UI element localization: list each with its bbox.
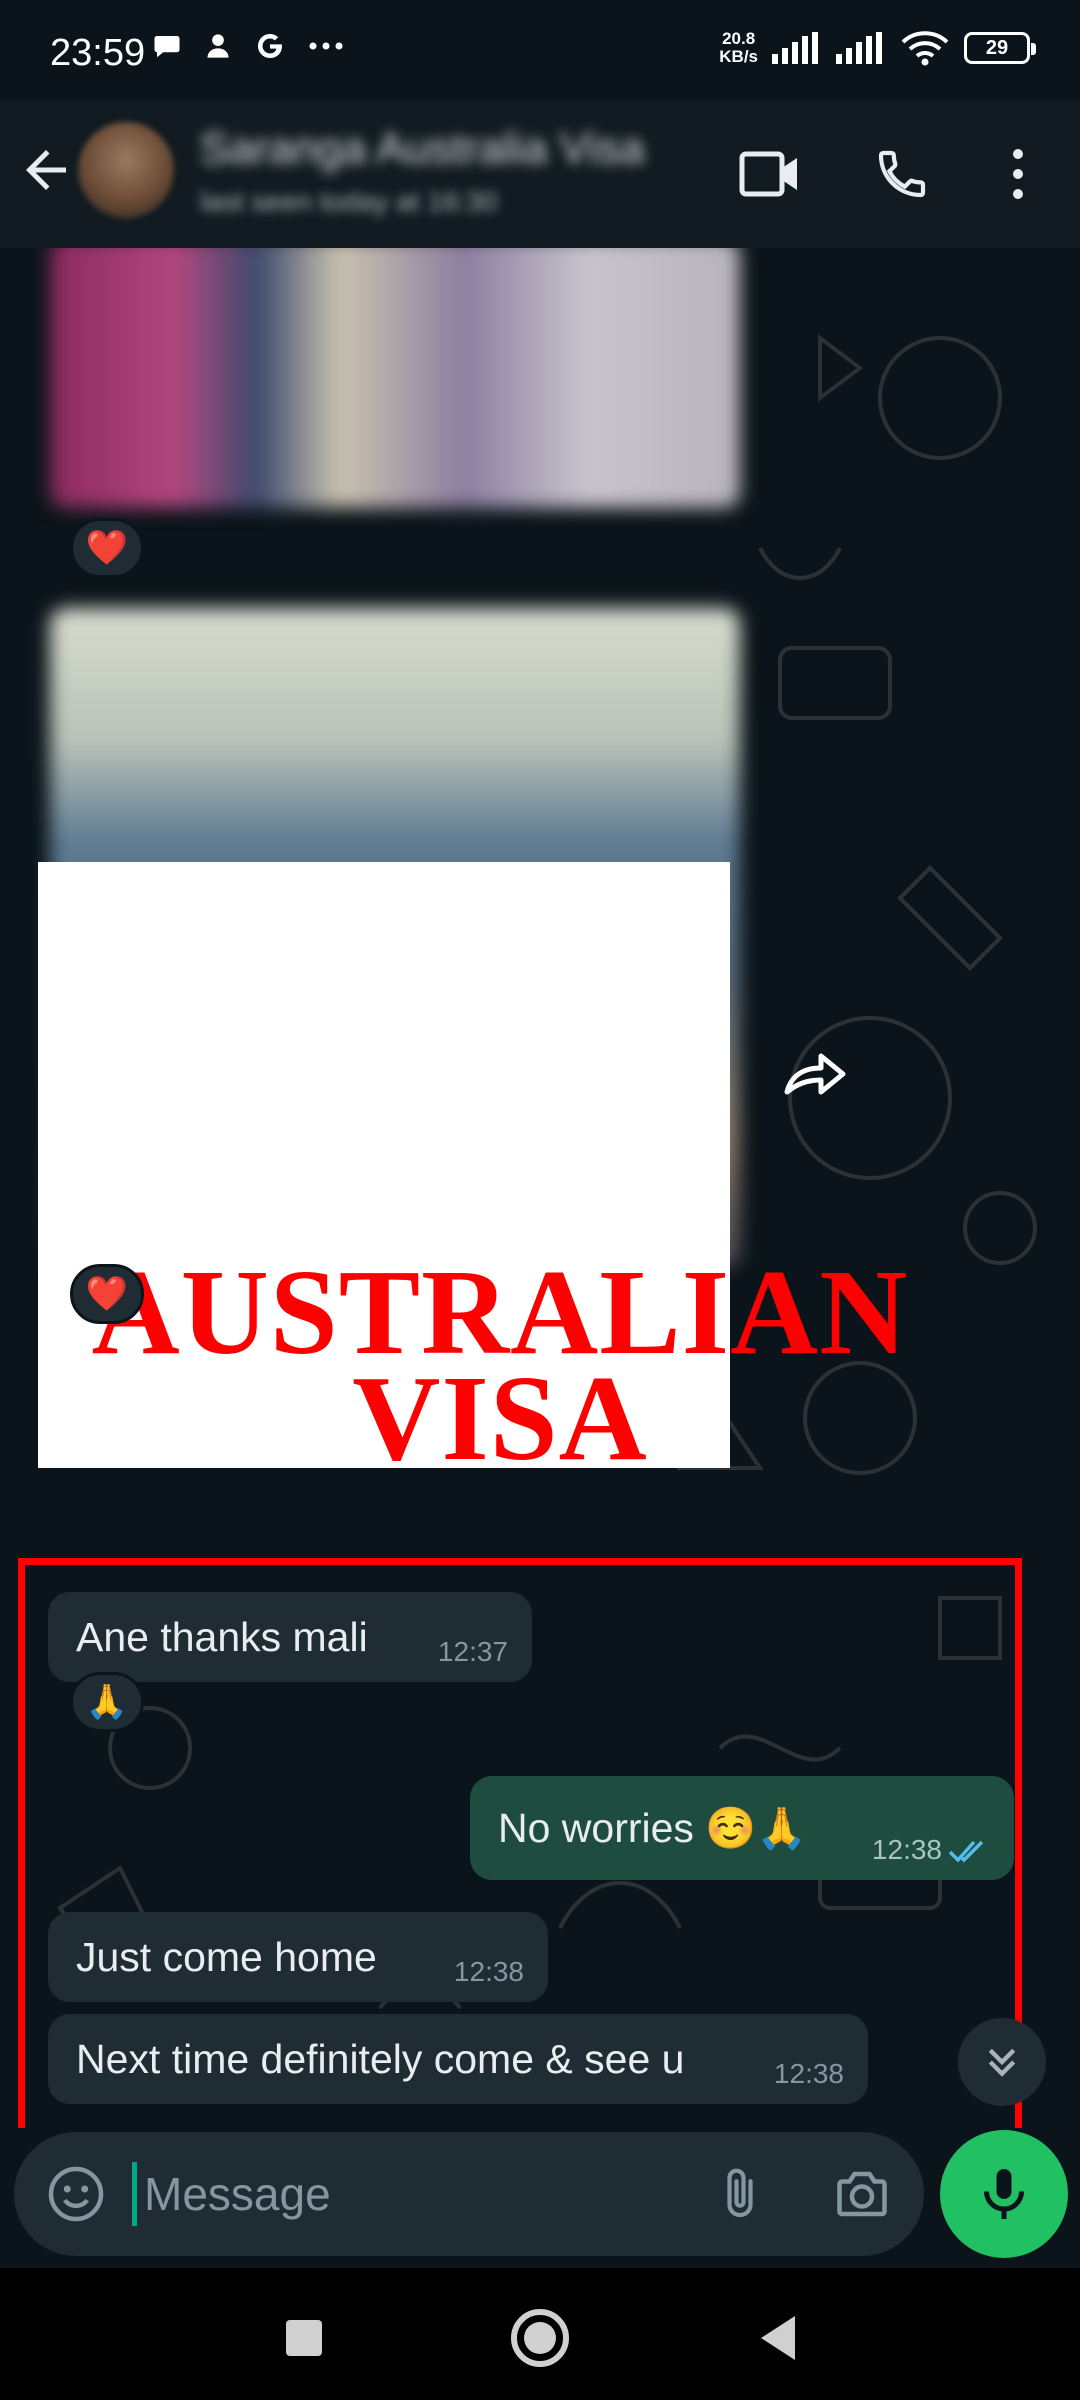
network-speed-unit: KB/s — [719, 47, 758, 66]
message-time: 12:37 — [437, 1636, 508, 1667]
microphone-icon — [984, 2169, 1024, 2219]
video-call-icon — [739, 151, 797, 197]
recent-apps-button[interactable] — [264, 2298, 344, 2378]
read-receipt-icon — [948, 1840, 984, 1863]
overlay-caption-line2: VISA — [352, 1351, 648, 1486]
message-time: 12:38 — [773, 2058, 844, 2089]
text-caret — [132, 2162, 137, 2226]
prayer-reaction[interactable]: 🙏 — [70, 1672, 144, 1732]
triangle-back-icon — [761, 2316, 795, 2360]
message-text: No worries ☺️🙏 — [498, 1805, 808, 1851]
scroll-to-bottom-button[interactable] — [958, 2018, 1046, 2106]
message-time: 12:38 — [871, 1834, 942, 1865]
nav-back-button[interactable] — [738, 2298, 818, 2378]
reaction-emoji: ❤️ — [85, 529, 129, 567]
voice-message-button[interactable] — [940, 2130, 1068, 2258]
forward-icon — [784, 1053, 846, 1095]
forward-button[interactable] — [770, 1028, 860, 1118]
incoming-message[interactable]: Just come home 12:38 — [48, 1912, 548, 2002]
signal-strength-icon-2 — [836, 32, 882, 64]
heart-reaction[interactable]: ❤️ — [70, 518, 144, 578]
message-time: 12:38 — [453, 1956, 524, 1987]
camera-button[interactable] — [826, 2158, 898, 2230]
outgoing-message[interactable]: No worries ☺️🙏 12:38 — [470, 1776, 1014, 1880]
person-icon — [207, 34, 229, 58]
chat-messages-area[interactable]: ❤️ AUSTRALIAN VISA ❤️ Ane thanks mali 12… — [0, 248, 1080, 2128]
network-speed-value: 20.8 — [722, 29, 756, 48]
status-notification-icons — [152, 30, 344, 62]
double-chevron-down-icon — [988, 2048, 1016, 2077]
chat-header: Saranga Australia Visa last seen today a… — [0, 100, 1080, 248]
wifi-icon — [901, 31, 949, 66]
overflow-menu-icon — [1013, 149, 1023, 199]
back-arrow-icon — [26, 150, 66, 190]
incoming-message[interactable]: Next time definitely come & see u 12:38 — [48, 2014, 868, 2104]
contact-avatar[interactable] — [78, 122, 174, 218]
more-dots-icon — [309, 42, 343, 50]
status-system-icons: 20.8 KB/s 29 — [719, 30, 1036, 66]
emoji-button[interactable] — [40, 2158, 112, 2230]
incoming-message[interactable]: Ane thanks mali 12:37 — [48, 1592, 532, 1682]
circle-icon — [511, 2309, 569, 2367]
status-time: 23:59 — [50, 32, 146, 74]
message-text: Just come home — [76, 1934, 377, 1980]
heart-reaction[interactable]: ❤️ — [70, 1264, 144, 1324]
reaction-emoji: 🙏 — [85, 1683, 129, 1721]
voice-call-icon — [878, 150, 926, 198]
signal-strength-icon — [772, 32, 818, 64]
contact-name[interactable]: Saranga Australia Visa — [200, 124, 644, 174]
status-bar: 23:59 20.8 KB/s 29 — [0, 0, 1080, 100]
message-input[interactable] — [144, 2154, 684, 2234]
message-composer — [14, 2132, 924, 2256]
voice-call-button[interactable] — [866, 138, 938, 210]
message-text: Ane thanks mali — [76, 1614, 368, 1660]
emoji-icon — [48, 2166, 104, 2222]
camera-icon — [837, 2171, 887, 2217]
reaction-emoji: ❤️ — [85, 1275, 129, 1313]
paperclip-icon — [727, 2168, 753, 2218]
system-navigation-bar — [0, 2268, 1080, 2400]
chat-bubble-icon — [154, 36, 180, 58]
message-text: Next time definitely come & see u — [76, 2036, 685, 2082]
overlay-caption: AUSTRALIAN VISA — [40, 1252, 960, 1486]
google-g-icon — [257, 34, 282, 59]
home-button[interactable] — [500, 2298, 580, 2378]
battery-indicator: 29 — [964, 32, 1036, 64]
video-call-button[interactable] — [734, 138, 806, 210]
contact-last-seen: last seen today at 16:30 — [200, 186, 498, 217]
image-message[interactable] — [50, 248, 740, 508]
overflow-menu-button[interactable] — [982, 138, 1054, 210]
attach-button[interactable] — [704, 2158, 776, 2230]
square-icon — [286, 2320, 322, 2356]
back-button[interactable] — [16, 140, 76, 200]
network-speed: 20.8 KB/s — [719, 30, 758, 66]
